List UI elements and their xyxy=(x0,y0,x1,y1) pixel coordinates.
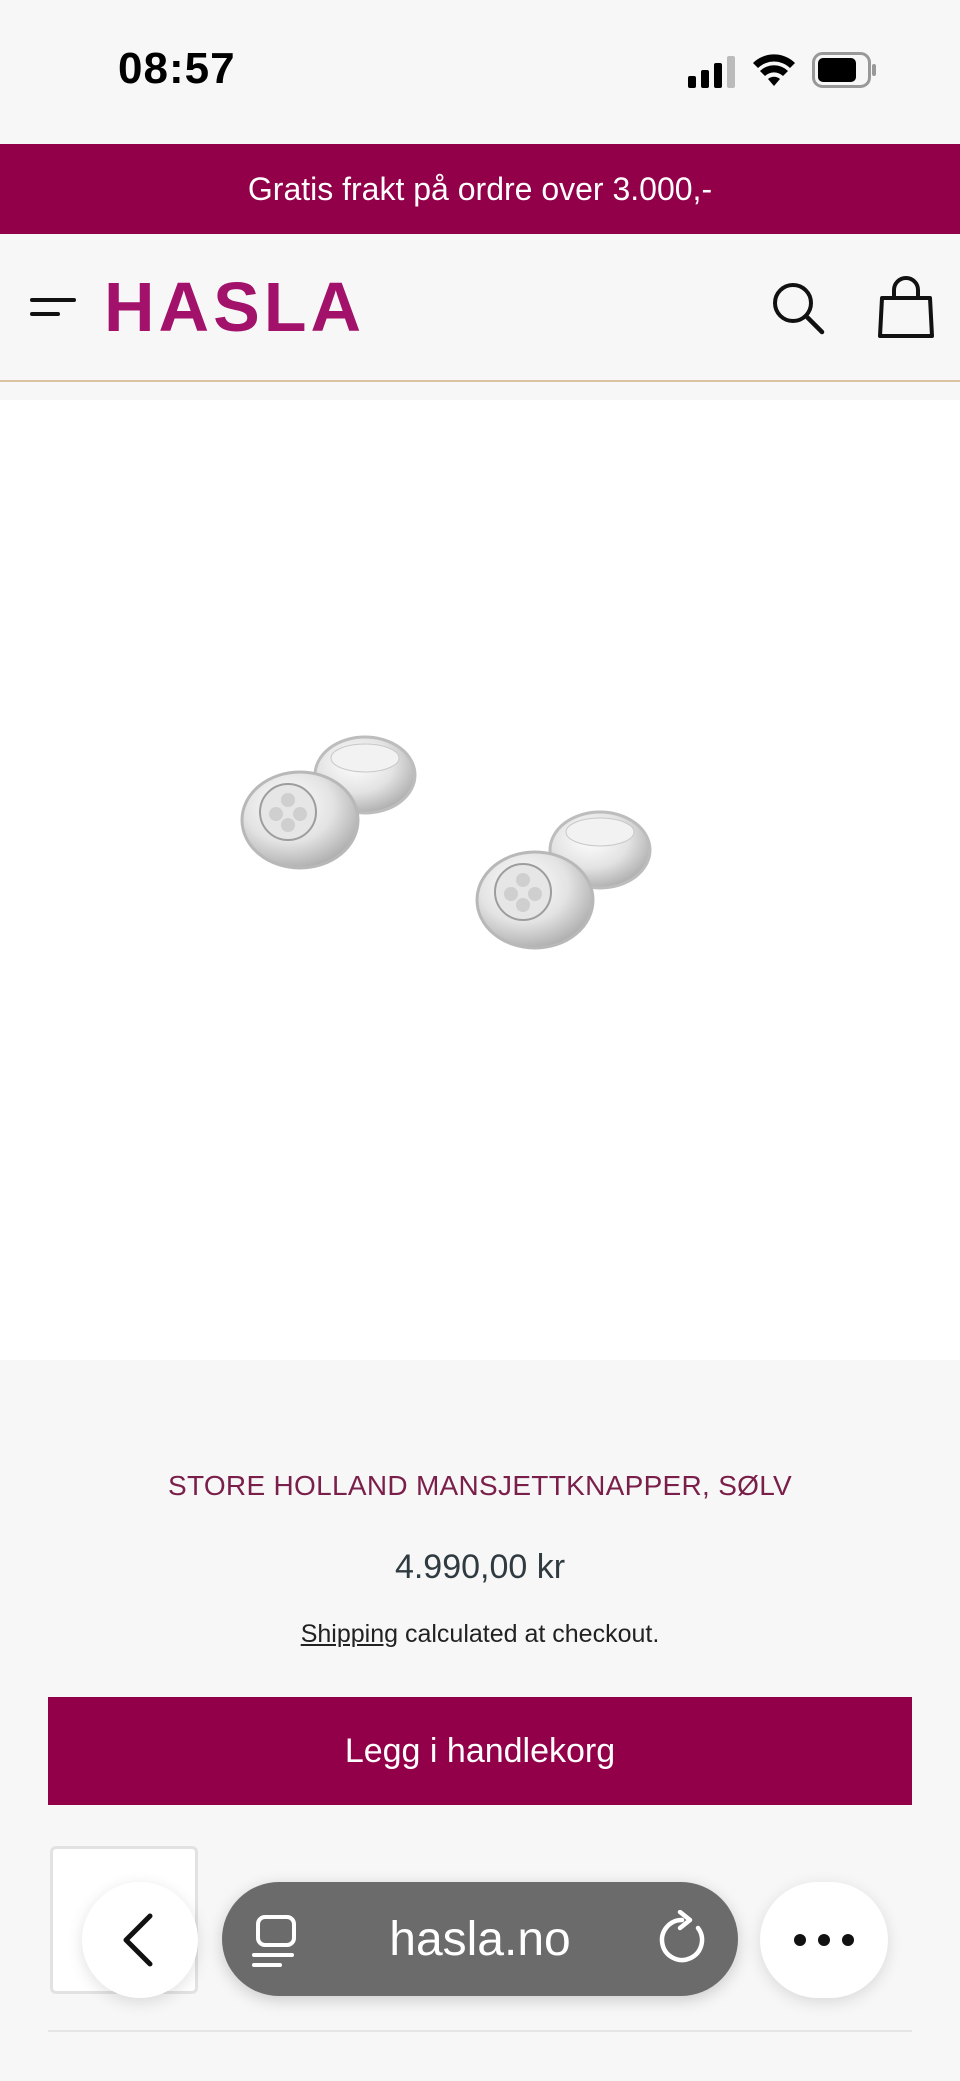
announcement-bar: Gratis frakt på ordre over 3.000,- xyxy=(0,144,960,234)
shipping-link[interactable]: Shipping xyxy=(301,1620,398,1648)
browser-back-button[interactable] xyxy=(82,1882,198,1998)
search-icon[interactable] xyxy=(770,280,826,336)
site-logo[interactable]: HASLA xyxy=(104,266,365,348)
wifi-icon xyxy=(753,54,795,86)
divider xyxy=(48,2030,912,2032)
shipping-note: Shipping calculated at checkout. xyxy=(0,1620,960,1649)
status-time: 08:57 xyxy=(118,44,236,93)
browser-more-button[interactable] xyxy=(760,1882,888,1998)
product-price: 4.990,00 kr xyxy=(394,1548,566,1586)
reload-icon[interactable] xyxy=(654,1910,710,1968)
shopping-bag-icon[interactable] xyxy=(876,276,936,338)
battery-icon xyxy=(812,52,876,88)
product-image[interactable] xyxy=(210,720,710,1000)
chevron-left-icon xyxy=(123,1913,153,1967)
menu-icon[interactable] xyxy=(30,294,78,322)
address-bar-url[interactable]: hasla.no xyxy=(304,1882,656,1996)
add-to-cart-button[interactable]: Legg i handlekorg xyxy=(48,1697,912,1805)
shipping-note-text: calculated at checkout. xyxy=(398,1620,660,1648)
cellular-signal-icon xyxy=(688,56,735,88)
tabs-icon[interactable] xyxy=(252,1913,304,1969)
more-options-icon xyxy=(794,1934,854,1946)
product-title: STORE HOLLAND MANSJETTKNAPPER, SØLV xyxy=(167,1470,793,1501)
